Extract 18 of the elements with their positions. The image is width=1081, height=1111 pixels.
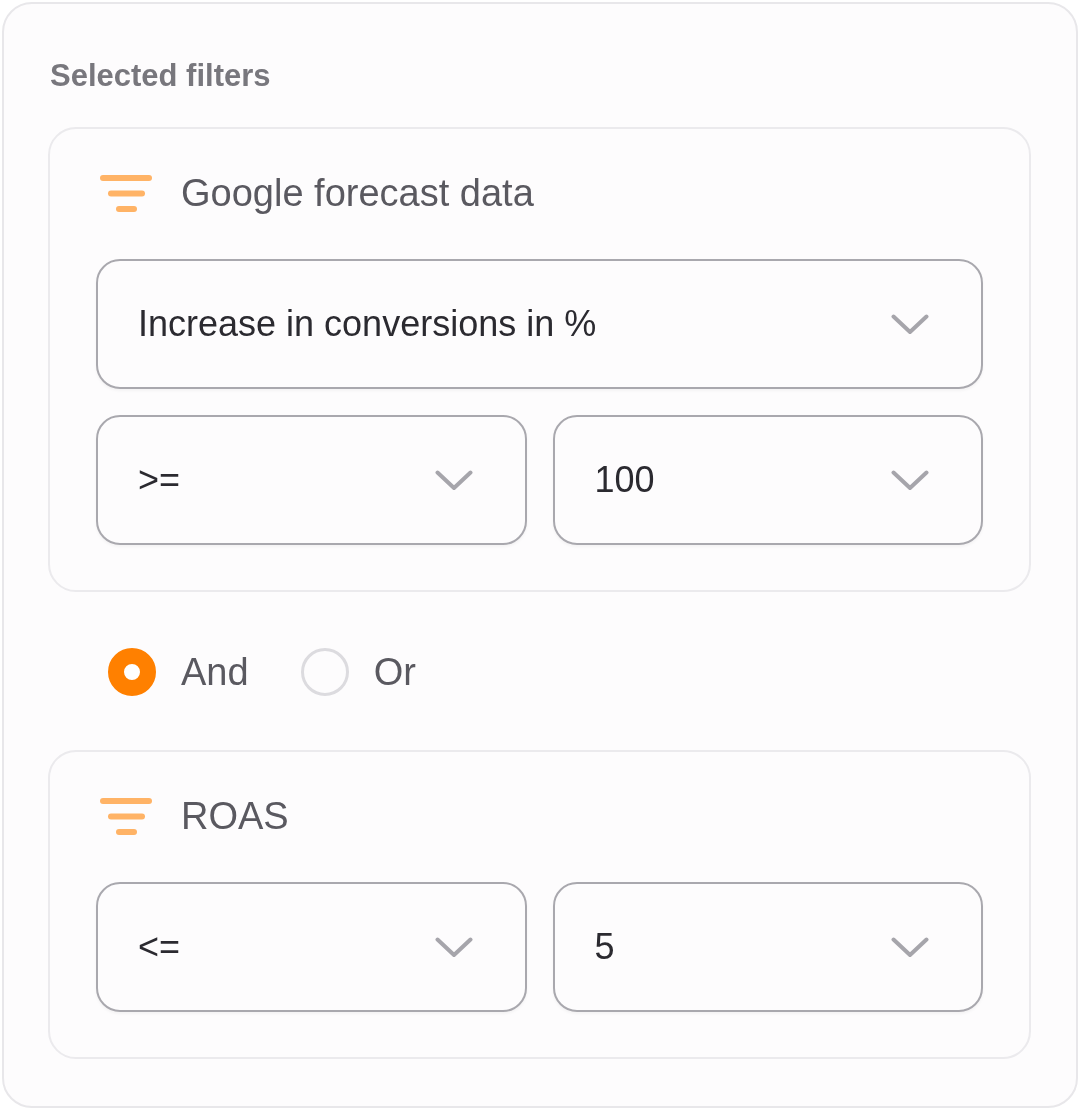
filter-name: Google forecast data xyxy=(181,173,534,213)
chevron-down-icon xyxy=(891,469,929,491)
dropdown[interactable]: >= xyxy=(96,415,527,545)
radio-button[interactable] xyxy=(108,648,156,696)
chevron-down-icon xyxy=(434,469,473,491)
dropdown[interactable]: 100 xyxy=(552,415,983,545)
filter-icon xyxy=(100,797,152,835)
chevron-down-icon xyxy=(891,936,929,958)
dropdown[interactable]: <= xyxy=(96,882,527,1012)
chevron-down-icon xyxy=(434,936,473,958)
dropdown[interactable]: 5 xyxy=(552,882,983,1012)
section-title: Selected filters xyxy=(50,57,271,95)
filter-icon xyxy=(100,174,152,212)
radio-label[interactable]: And xyxy=(181,650,249,694)
chevron-down-icon xyxy=(891,313,929,335)
dropdown[interactable]: Increase in conversions in % xyxy=(96,259,983,389)
filter-name: ROAS xyxy=(181,796,289,836)
radio-label[interactable]: Or xyxy=(373,650,416,694)
